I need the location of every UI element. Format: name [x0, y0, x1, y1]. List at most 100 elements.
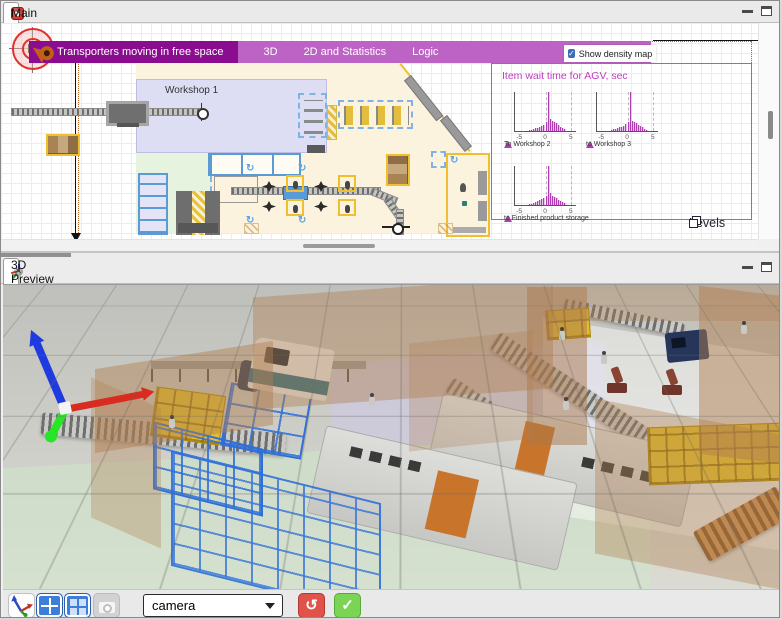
horizontal-scrollbar-thumb[interactable]: [303, 244, 375, 248]
levels-icon: [689, 219, 698, 228]
maximize-icon[interactable]: [761, 262, 772, 272]
3d-worker: [369, 393, 375, 406]
rotate-icon: ↻: [298, 163, 306, 174]
worker-figure: [460, 183, 466, 192]
hist-bar: [564, 129, 566, 131]
histogram-plot: [596, 92, 658, 132]
horizontal-scrollbar[interactable]: [1, 239, 758, 251]
3d-worker: [169, 415, 175, 428]
3d-preview-panel: 3D Preview ✕: [1, 253, 780, 618]
levels-control[interactable]: Levels: [689, 216, 725, 230]
minimize-icon[interactable]: [742, 266, 753, 269]
preview-tab-strip: 3D Preview ✕: [1, 253, 780, 284]
3d-viewport[interactable]: [3, 284, 779, 589]
reset-view-button[interactable]: ↺: [298, 593, 325, 618]
main-tab-strip: Main ✕: [1, 1, 780, 23]
workstation-row-selected: [338, 100, 413, 129]
shelf: [478, 201, 487, 221]
3d-wall: [551, 285, 779, 321]
x-tick: 5: [569, 134, 573, 141]
3d-worker: [563, 397, 569, 410]
conveyor-endpoint: [195, 103, 209, 121]
tab-main[interactable]: Main ✕: [3, 2, 19, 23]
robot-icon: [262, 181, 276, 192]
hist-bar: [646, 130, 648, 131]
3d-worker: [601, 351, 607, 364]
operator-cell: [338, 175, 356, 192]
splitter-handle[interactable]: [1, 253, 71, 257]
3d-wall: [409, 330, 533, 451]
close-icon[interactable]: ✕: [14, 266, 22, 277]
legend-label: to Finished product storage: [504, 215, 589, 222]
gridline: [571, 166, 572, 205]
view-tab-3d[interactable]: 3D: [264, 46, 278, 58]
density-checkbox[interactable]: ✓: [568, 49, 575, 58]
3d-toolbar: camera ↺ ✓: [3, 589, 779, 618]
histogram-plot: [514, 166, 576, 206]
operator-cell: [286, 175, 304, 192]
density-map-control: ✓ Show density map: [564, 45, 656, 62]
rotate-icon: ↻: [450, 155, 458, 166]
gridline: [653, 92, 654, 131]
pallet-rack-vertical: [138, 173, 168, 235]
workshop-1-label: Workshop 1: [165, 85, 218, 96]
density-checkbox-label: Show density map: [579, 49, 653, 59]
rotate-icon: ↻: [298, 215, 306, 226]
workstation-group-selected: [298, 93, 327, 138]
navigation-axes-button[interactable]: [8, 593, 35, 618]
camera-select[interactable]: camera: [143, 594, 283, 617]
operator-cell: [286, 199, 304, 216]
3d-worker: [559, 327, 565, 340]
machine-workshop1: [106, 101, 149, 126]
apply-button[interactable]: ✓: [334, 593, 361, 618]
pallet-rack-horizontal: [208, 153, 301, 176]
legend-label: to Workshop 3: [586, 141, 631, 148]
x-tick: 5: [651, 134, 655, 141]
legend-label: To Workshop 2: [504, 141, 551, 148]
chart-title: Item wait time for AGV, sec: [502, 70, 628, 82]
view-switch-banner: Transporters moving in free space 3D 2D …: [29, 41, 651, 63]
operator-cell: [338, 199, 356, 216]
gridline: [571, 92, 572, 131]
3d-worker: [741, 321, 747, 334]
maximize-icon[interactable]: [761, 6, 772, 16]
application-window: Main ✕ Workshop 1 Transporters moving in…: [0, 0, 780, 618]
processing-station-2: ↻ ↻: [314, 175, 358, 217]
processing-station-1: ↻ ↻: [262, 175, 306, 217]
histogram-to-workshop-3: -505 to Workshop 3: [582, 90, 662, 156]
vertical-scrollbar[interactable]: [758, 23, 780, 239]
small-machine: [307, 145, 325, 153]
close-icon[interactable]: ✕: [14, 8, 22, 19]
conveyor-segment: [452, 227, 486, 233]
robot-icon: [314, 181, 328, 192]
vertical-scrollbar-thumb[interactable]: [768, 111, 773, 139]
robot-icon: [314, 201, 328, 212]
model-canvas-2d[interactable]: Workshop 1 Transporters moving in free s…: [1, 23, 758, 239]
histogram-plot: [514, 92, 576, 132]
view-tab-logic[interactable]: Logic: [412, 46, 438, 58]
3d-robot-arm: [658, 369, 688, 397]
view-tab-2d-statistics[interactable]: 2D and Statistics: [304, 46, 387, 58]
equipment-dot: [462, 201, 467, 206]
3d-robot-arm: [603, 367, 633, 395]
hatched-strip: [327, 105, 337, 140]
machine-hatched: [176, 191, 220, 235]
hatched-patch: [438, 223, 453, 234]
selection-square: [431, 151, 446, 168]
conveyor-endpoint: [382, 222, 410, 232]
quad-view-button[interactable]: [64, 593, 91, 618]
statistics-panel: Item wait time for AGV, sec -505 To Work…: [491, 63, 752, 220]
shelf: [478, 171, 487, 195]
pallet-boxes: [46, 134, 80, 156]
pallet-boxes: [386, 154, 410, 186]
camera-snapshot-button[interactable]: [93, 593, 120, 618]
histogram-to-finished-storage: -505 to Finished product storage: [500, 164, 580, 230]
minimize-icon[interactable]: [742, 10, 753, 13]
split-view-button[interactable]: [36, 593, 63, 618]
view-tab-transporters[interactable]: Transporters moving in free space: [29, 41, 238, 63]
robot-icon: [262, 201, 276, 212]
hatched-patch: [244, 223, 259, 234]
gizmo-origin: [58, 401, 72, 415]
rotate-icon: ↻: [246, 163, 254, 174]
tab-3d-preview[interactable]: 3D Preview ✕: [3, 258, 19, 284]
